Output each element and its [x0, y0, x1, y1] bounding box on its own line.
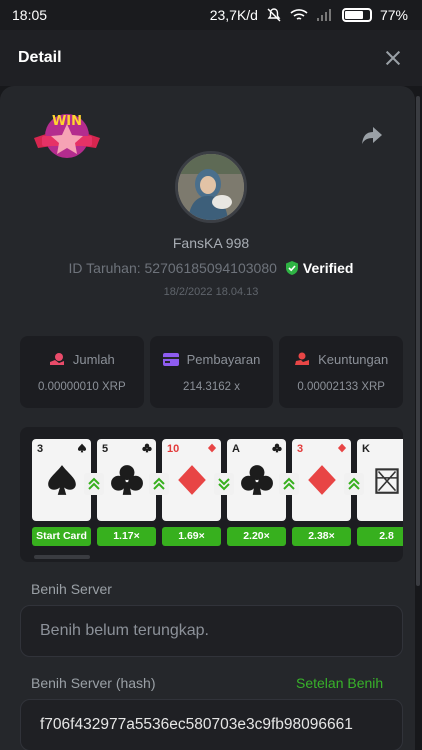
stat-card-keuntungan: Keuntungan 0.00002133 XRP: [279, 336, 404, 408]
win-badge-icon: WIN: [34, 114, 100, 158]
server-seed-hash-field[interactable]: f706f432977a5536ec580703e3c9fb98096661: [20, 699, 403, 750]
status-indicators: 23,7K/d 77%: [210, 7, 408, 23]
multiplier-badge: 2.38×: [292, 527, 351, 546]
card-rank: 3: [37, 443, 44, 455]
card-corner-suit-icon: [142, 443, 152, 453]
multiplier-badge: Start Card: [32, 527, 91, 546]
diamond-suit-icon: [308, 465, 336, 495]
bet-date: 18/2/2022 18.04.13: [163, 286, 259, 298]
stat-label: Jumlah: [72, 351, 115, 367]
vertical-scrollbar[interactable]: [416, 96, 420, 586]
card-rank: K: [362, 443, 370, 455]
stat-value: 0.00000010 XRP: [38, 380, 126, 393]
club-suit-icon: [111, 465, 143, 495]
card-corner-suit-icon: [272, 443, 282, 453]
share-icon[interactable]: [360, 124, 384, 146]
arrow-up-icon: [149, 473, 169, 495]
multiplier-badge: 2.20×: [227, 527, 286, 546]
player-name: FansKA 998: [172, 235, 250, 251]
bet-id: ID Taruhan: 52706185094103080: [68, 260, 277, 276]
multiplier-badge: 1.17×: [97, 527, 156, 546]
arrow-up-icon: [344, 473, 364, 495]
network-speed: 23,7K/d: [209, 7, 258, 23]
server-seed-value: Benih belum terungkap.: [40, 622, 209, 639]
verified-label: Verified: [302, 260, 354, 276]
king-suit-icon: [375, 468, 399, 494]
avatar: [175, 151, 247, 223]
page-title: Detail: [18, 49, 62, 66]
server-seed-field[interactable]: Benih belum terungkap.: [20, 605, 403, 657]
stat-head: Keuntungan: [294, 352, 388, 367]
multiplier-badge: 2.8: [357, 527, 403, 546]
signal-icon: [316, 9, 331, 21]
stat-label: Pembayaran: [186, 351, 261, 367]
playing-card: 10: [162, 439, 221, 521]
status-time: 18:05: [12, 7, 48, 23]
stat-label: Keuntungan: [318, 351, 389, 367]
card-rank: A: [232, 443, 240, 455]
card-corner-suit-icon: [207, 443, 217, 453]
playing-card: 3: [292, 439, 351, 521]
status-bar: 18:05 23,7K/d 77%: [0, 0, 422, 30]
playing-card: 3: [32, 439, 91, 521]
server-seed-hash-label: Benih Server (hash): [31, 675, 156, 691]
wallet-icon: [162, 352, 179, 366]
server-seed-label: Benih Server: [31, 581, 112, 597]
battery-percent: 77%: [379, 7, 408, 23]
diamond-suit-icon: [178, 465, 206, 495]
card-corner-suit-icon: [77, 443, 87, 453]
stat-value: 0.00002133 XRP: [297, 380, 385, 393]
battery-icon: [341, 8, 372, 22]
stat-value: 214.3162 x: [183, 380, 240, 393]
card-rank: 10: [167, 443, 180, 455]
club-suit-icon: [241, 465, 273, 495]
playing-card: 5: [97, 439, 156, 521]
mute-icon: [267, 8, 281, 22]
cards-history[interactable]: 3 Start Card 5 1.17× 10 1.69× A 2.20× 3 2.38× K 2.8: [20, 427, 403, 562]
stat-card-jumlah: Jumlah 0.00000010 XRP: [20, 336, 144, 408]
stat-head: Jumlah: [49, 352, 115, 367]
battery-level: [344, 11, 364, 19]
card-corner-suit-icon: [402, 443, 403, 453]
close-icon[interactable]: [382, 47, 404, 69]
bet-id-row: ID Taruhan: 52706185094103080 Verified: [0, 260, 422, 276]
win-badge-text: WIN: [52, 114, 82, 129]
detail-header: Detail: [0, 30, 422, 86]
horizontal-scrollbar[interactable]: [34, 555, 90, 559]
bet-amount-icon: [49, 353, 64, 365]
playing-card: A: [227, 439, 286, 521]
profit-icon: [295, 352, 310, 365]
multiplier-badge: 1.69×: [162, 527, 221, 546]
card-rank: 5: [102, 443, 109, 455]
wifi-icon: [290, 9, 308, 20]
seed-settings-link[interactable]: Setelan Benih: [296, 675, 383, 691]
card-rank: 3: [297, 443, 304, 455]
cards-track: 3 Start Card 5 1.17× 10 1.69× A 2.20× 3 2.38× K 2.8: [32, 439, 403, 554]
stats-row: Jumlah 0.00000010 XRP Pembayaran 214.316…: [20, 336, 404, 408]
arrow-down-icon: [214, 473, 234, 495]
arrow-up-icon: [84, 473, 104, 495]
avatar-image: [178, 154, 244, 220]
arrow-up-icon: [279, 473, 299, 495]
card-corner-suit-icon: [337, 443, 347, 453]
spade-suit-icon: [48, 465, 76, 495]
stat-head: Pembayaran: [162, 351, 261, 367]
verified-badge: Verified: [285, 260, 354, 276]
server-seed-hash-value: f706f432977a5536ec580703e3c9fb98096661: [40, 716, 353, 733]
shield-check-icon: [285, 261, 298, 275]
stat-card-pembayaran: Pembayaran 214.3162 x: [149, 336, 274, 408]
